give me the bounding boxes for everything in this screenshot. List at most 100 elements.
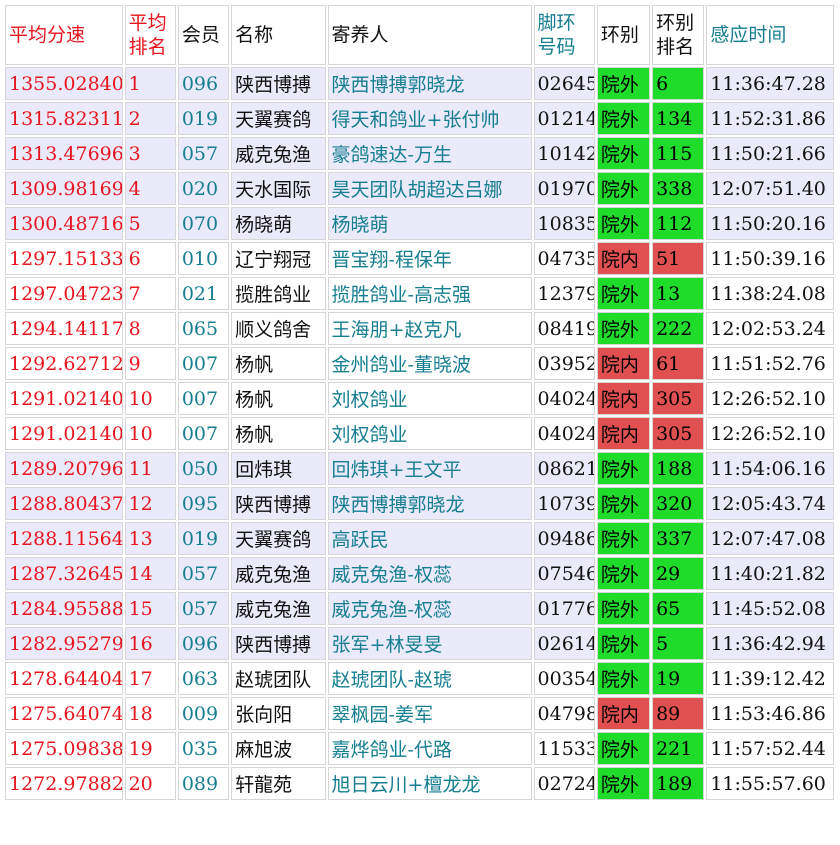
location-cell: 院外	[596, 102, 651, 135]
ring-number-cell: 09486	[533, 522, 595, 555]
avg-speed-cell: 1289.20796	[5, 452, 123, 485]
owner-cell: 赵琥团队-赵琥	[327, 662, 532, 695]
avg-rank-cell: 14	[124, 557, 176, 590]
ring-number-cell: 04024	[533, 382, 595, 415]
avg-speed-cell: 1297.15133	[5, 242, 123, 275]
time-cell: 11:53:46.86	[706, 697, 834, 730]
location-cell: 院外	[596, 592, 651, 625]
owner-cell: 高跃民	[327, 522, 532, 555]
location-rank-cell: 89	[652, 697, 705, 730]
owner-cell: 得天和鸽业+张付帅	[327, 102, 532, 135]
member-cell: 007	[177, 417, 230, 450]
avg-speed-cell: 1297.04723	[5, 277, 123, 310]
location-cell: 院外	[596, 277, 651, 310]
header-owner: 寄养人	[327, 5, 532, 65]
table-row: 1282.95279 16 096 陕西博搏 张军+林旻旻 02614 院外 5 11:36:4…	[5, 627, 834, 660]
avg-rank-cell: 7	[124, 277, 176, 310]
location-cell: 院内	[596, 242, 651, 275]
name-cell: 杨帆	[231, 382, 326, 415]
location-rank-cell: 5	[652, 627, 705, 660]
results-table: 平均分速 平均 排名 会员 名称 寄养人 脚环 号码 环别 环别 排名 感应时间 13…	[3, 3, 836, 802]
ring-number-cell: 07546	[533, 557, 595, 590]
member-cell: 050	[177, 452, 230, 485]
table-row: 1275.09838 19 035 麻旭波 嘉烨鸽业-代路 11533 院外 221 11:57…	[5, 732, 834, 765]
ring-number-cell: 02614	[533, 627, 595, 660]
location-rank-cell: 305	[652, 382, 705, 415]
table-row: 1275.64074 18 009 张向阳 翠枫园-姜军 04798 院内 89 11:53:4…	[5, 697, 834, 730]
member-cell: 009	[177, 697, 230, 730]
location-rank-cell: 337	[652, 522, 705, 555]
avg-speed-cell: 1275.09838	[5, 732, 123, 765]
ring-number-cell: 01776	[533, 592, 595, 625]
ring-number-cell: 02724	[533, 767, 595, 800]
location-cell: 院外	[596, 767, 651, 800]
time-cell: 11:50:39.16	[706, 242, 834, 275]
table-row: 1300.48716 5 070 杨晓萌 杨晓萌 10835 院外 112 11:50:20.1…	[5, 207, 834, 240]
header-name: 名称	[231, 5, 326, 65]
name-cell: 陕西博搏	[231, 487, 326, 520]
name-cell: 威克兔渔	[231, 592, 326, 625]
avg-speed-cell: 1291.02140	[5, 417, 123, 450]
table-row: 1291.02140 10 007 杨帆 刘权鸽业 04024 院内 305 12:26:52.…	[5, 382, 834, 415]
avg-rank-cell: 18	[124, 697, 176, 730]
owner-cell: 陕西博搏郭晓龙	[327, 487, 532, 520]
avg-speed-cell: 1284.95588	[5, 592, 123, 625]
ring-number-cell: 00354	[533, 662, 595, 695]
time-cell: 11:57:52.44	[706, 732, 834, 765]
avg-speed-cell: 1292.62712	[5, 347, 123, 380]
owner-cell: 回炜琪+王文平	[327, 452, 532, 485]
owner-cell: 陕西博搏郭晓龙	[327, 67, 532, 100]
table-row: 1297.15133 6 010 辽宁翔冠 晋宝翔-程保年 04735 院内 51 11:50:…	[5, 242, 834, 275]
avg-speed-cell: 1278.64404	[5, 662, 123, 695]
member-cell: 057	[177, 137, 230, 170]
time-cell: 11:55:57.60	[706, 767, 834, 800]
location-rank-cell: 189	[652, 767, 705, 800]
name-cell: 辽宁翔冠	[231, 242, 326, 275]
location-rank-cell: 134	[652, 102, 705, 135]
table-row: 1278.64404 17 063 赵琥团队 赵琥团队-赵琥 00354 院外 19 11:39…	[5, 662, 834, 695]
table-row: 1309.98169 4 020 天水国际 昊天团队胡超达吕娜 01970 院外 338 12:…	[5, 172, 834, 205]
name-cell: 揽胜鸽业	[231, 277, 326, 310]
location-rank-cell: 51	[652, 242, 705, 275]
avg-speed-cell: 1272.97882	[5, 767, 123, 800]
location-rank-cell: 29	[652, 557, 705, 590]
avg-speed-cell: 1287.32645	[5, 557, 123, 590]
header-location-rank: 环别 排名	[652, 5, 705, 65]
header-avg-speed: 平均分速	[5, 5, 123, 65]
ring-number-cell: 01214	[533, 102, 595, 135]
time-cell: 11:45:52.08	[706, 592, 834, 625]
time-cell: 11:40:21.82	[706, 557, 834, 590]
location-cell: 院外	[596, 452, 651, 485]
table-row: 1294.14117 8 065 顺义鸽舍 王海朋+赵克凡 08419 院外 222 12:02…	[5, 312, 834, 345]
table-row: 1291.02140 10 007 杨帆 刘权鸽业 04024 院内 305 12:26:52.…	[5, 417, 834, 450]
ring-number-cell: 04024	[533, 417, 595, 450]
name-cell: 威克兔渔	[231, 557, 326, 590]
avg-speed-cell: 1294.14117	[5, 312, 123, 345]
avg-rank-cell: 11	[124, 452, 176, 485]
member-cell: 035	[177, 732, 230, 765]
name-cell: 轩龍苑	[231, 767, 326, 800]
header-member: 会员	[177, 5, 230, 65]
name-cell: 杨晓萌	[231, 207, 326, 240]
name-cell: 威克兔渔	[231, 137, 326, 170]
ring-number-cell: 04735	[533, 242, 595, 275]
avg-rank-cell: 13	[124, 522, 176, 555]
time-cell: 11:36:47.28	[706, 67, 834, 100]
owner-cell: 揽胜鸽业-高志强	[327, 277, 532, 310]
avg-rank-cell: 19	[124, 732, 176, 765]
member-cell: 019	[177, 522, 230, 555]
name-cell: 杨帆	[231, 347, 326, 380]
table-header: 平均分速 平均 排名 会员 名称 寄养人 脚环 号码 环别 环别 排名 感应时间	[5, 5, 834, 65]
avg-speed-cell: 1309.98169	[5, 172, 123, 205]
member-cell: 010	[177, 242, 230, 275]
header-time: 感应时间	[706, 5, 834, 65]
owner-cell: 豪鸽速达-万生	[327, 137, 532, 170]
owner-cell: 旭日云川+檀龙龙	[327, 767, 532, 800]
table-row: 1313.47696 3 057 威克兔渔 豪鸽速达-万生 10142 院外 115 11:50…	[5, 137, 834, 170]
table-row: 1289.20796 11 050 回炜琪 回炜琪+王文平 08621 院外 188 11:54…	[5, 452, 834, 485]
avg-rank-cell: 16	[124, 627, 176, 660]
ring-number-cell: 03952	[533, 347, 595, 380]
avg-speed-cell: 1300.48716	[5, 207, 123, 240]
location-cell: 院外	[596, 172, 651, 205]
time-cell: 11:38:24.08	[706, 277, 834, 310]
